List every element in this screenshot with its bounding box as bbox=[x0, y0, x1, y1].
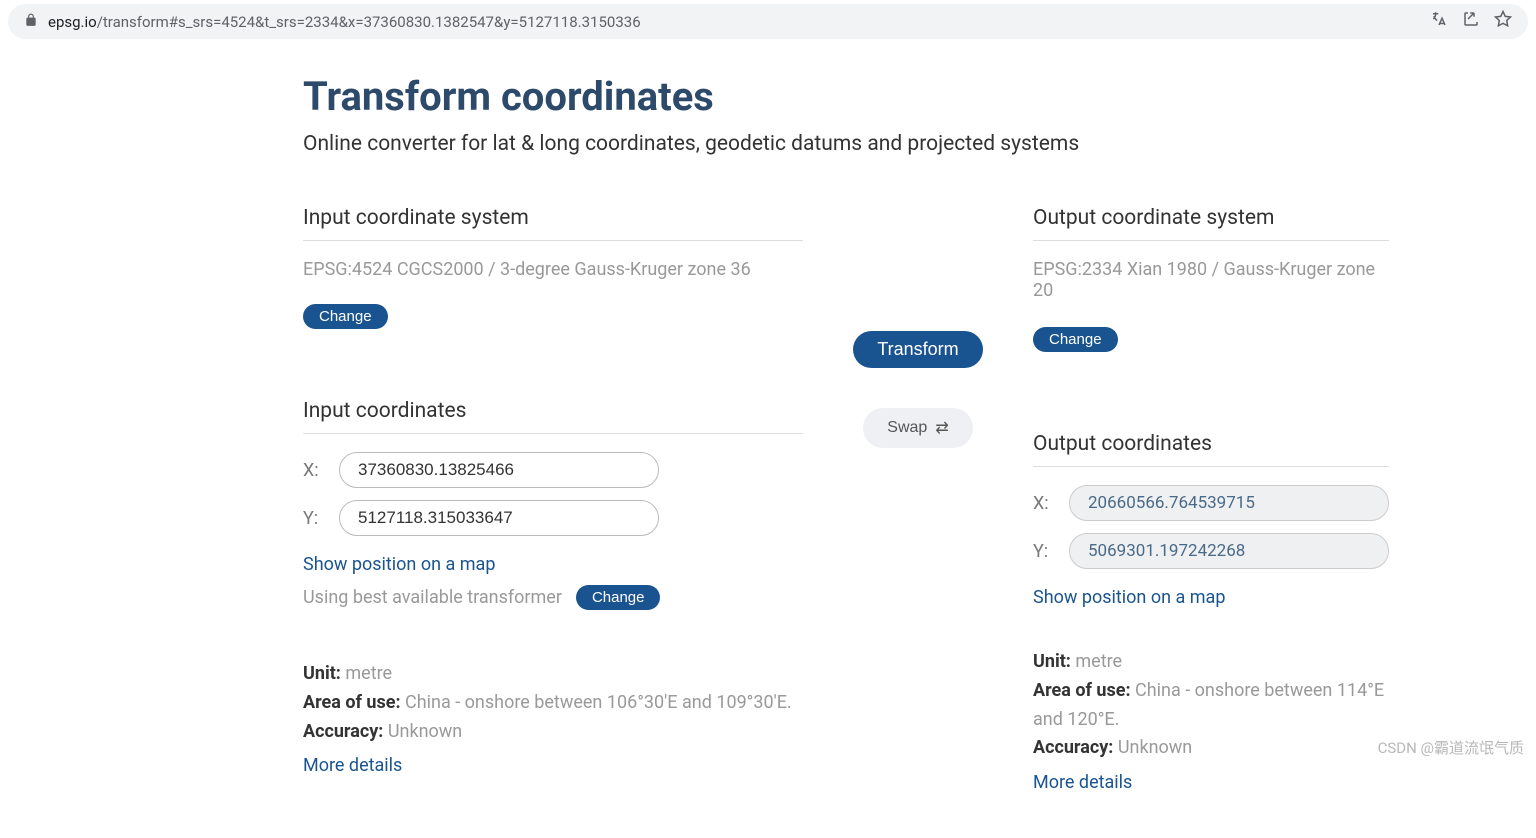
output-x-value: 20660566.764539715 bbox=[1069, 485, 1389, 521]
input-show-map-link[interactable]: Show position on a map bbox=[303, 554, 495, 575]
input-unit-value: metre bbox=[345, 663, 392, 684]
output-crs-name: EPSG:2334 Xian 1980 / Gauss-Kruger zone … bbox=[1033, 259, 1389, 301]
output-coords-heading: Output coordinates bbox=[1033, 432, 1389, 467]
input-area-value: China - onshore between 106°30'E and 109… bbox=[405, 692, 792, 713]
url-text: epsg.io/transform#s_srs=4524&t_srs=2334&… bbox=[48, 13, 1430, 31]
input-unit-label: Unit: bbox=[303, 663, 341, 684]
output-show-map-link[interactable]: Show position on a map bbox=[1033, 587, 1225, 608]
input-coords-heading: Input coordinates bbox=[303, 399, 803, 434]
input-more-details-link[interactable]: More details bbox=[303, 752, 402, 781]
swap-button[interactable]: Swap ⇄ bbox=[863, 408, 972, 448]
output-system-heading: Output coordinate system bbox=[1033, 206, 1389, 241]
input-area-label: Area of use: bbox=[303, 692, 401, 713]
output-unit-value: metre bbox=[1075, 651, 1122, 672]
star-icon[interactable] bbox=[1494, 10, 1512, 33]
input-y-label: Y: bbox=[303, 508, 323, 529]
input-accuracy-value: Unknown bbox=[388, 721, 462, 742]
input-change-button[interactable]: Change bbox=[303, 304, 388, 329]
transformer-change-button[interactable]: Change bbox=[576, 585, 661, 610]
output-x-label: X: bbox=[1033, 493, 1053, 514]
output-change-button[interactable]: Change bbox=[1033, 327, 1118, 352]
output-area-label: Area of use: bbox=[1033, 680, 1131, 701]
transformer-text: Using best available transformer bbox=[303, 587, 562, 608]
output-y-label: Y: bbox=[1033, 541, 1053, 562]
swap-icon: ⇄ bbox=[935, 418, 948, 438]
page-title: Transform coordinates bbox=[303, 73, 1358, 120]
input-accuracy-label: Accuracy: bbox=[303, 721, 383, 742]
browser-address-bar[interactable]: epsg.io/transform#s_srs=4524&t_srs=2334&… bbox=[8, 4, 1528, 39]
output-accuracy-value: Unknown bbox=[1118, 737, 1192, 758]
output-accuracy-label: Accuracy: bbox=[1033, 737, 1113, 758]
lock-icon bbox=[24, 13, 38, 31]
page-subtitle: Online converter for lat & long coordina… bbox=[303, 132, 1358, 156]
input-crs-name: EPSG:4524 CGCS2000 / 3-degree Gauss-Krug… bbox=[303, 259, 751, 280]
share-icon[interactable] bbox=[1462, 10, 1480, 33]
output-unit-label: Unit: bbox=[1033, 651, 1071, 672]
translate-icon[interactable] bbox=[1430, 10, 1448, 33]
output-y-value: 5069301.197242268 bbox=[1069, 533, 1389, 569]
transform-button[interactable]: Transform bbox=[853, 331, 982, 368]
input-system-heading: Input coordinate system bbox=[303, 206, 803, 241]
input-x-field[interactable] bbox=[339, 452, 659, 488]
watermark: CSDN @霸道流氓气质 bbox=[1378, 737, 1524, 758]
output-more-details-link[interactable]: More details bbox=[1033, 769, 1132, 798]
input-y-field[interactable] bbox=[339, 500, 659, 536]
swap-label: Swap bbox=[887, 419, 927, 437]
input-x-label: X: bbox=[303, 460, 323, 481]
